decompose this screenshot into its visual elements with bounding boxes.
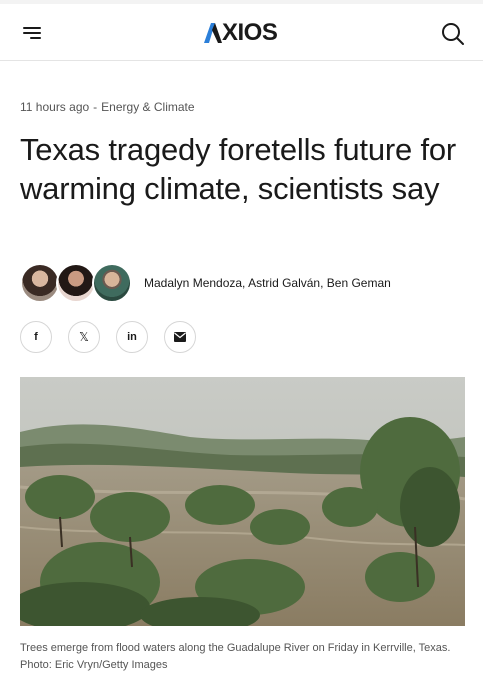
linkedin-icon: in [127,331,137,343]
author-avatar-2[interactable] [56,263,96,303]
mail-icon [174,332,186,342]
author-avatar-3[interactable] [92,263,132,303]
share-x-button[interactable]: 𝕏 [68,321,100,353]
article-title: Texas tragedy foretells future for warmi… [20,132,457,206]
share-email-button[interactable] [164,321,196,353]
x-icon: 𝕏 [79,330,89,344]
article-meta: 11 hours ago - Energy & Climate [20,100,195,114]
share-linkedin-button[interactable]: in [116,321,148,353]
facebook-icon: f [34,331,38,343]
share-facebook-button[interactable]: f [20,321,52,353]
share-bar: f 𝕏 in [20,321,212,353]
menu-button[interactable] [14,18,50,48]
meta-separator: - [93,100,98,114]
hamburger-menu-icon [23,27,41,29]
photo-caption: Trees emerge from flood waters along the… [20,642,451,671]
article-photo[interactable] [20,377,465,626]
search-icon [442,23,464,45]
author-names[interactable]: Madalyn Mendoza, Astrid Galván, Ben Gema… [144,276,391,290]
search-button[interactable] [437,18,469,50]
site-header: XIOS [0,4,483,61]
section-link[interactable]: Energy & Climate [101,100,194,114]
author-avatar-1[interactable] [20,263,60,303]
hamburger-line [23,32,41,34]
hamburger-line [30,37,41,39]
logo-text: XIOS [222,19,278,46]
flood-photo-image [20,377,465,626]
axios-logo[interactable]: XIOS [204,18,278,48]
publish-time: 11 hours ago [20,100,90,114]
byline: Madalyn Mendoza, Astrid Galván, Ben Gema… [20,262,391,304]
logo-a-mark [204,23,222,43]
